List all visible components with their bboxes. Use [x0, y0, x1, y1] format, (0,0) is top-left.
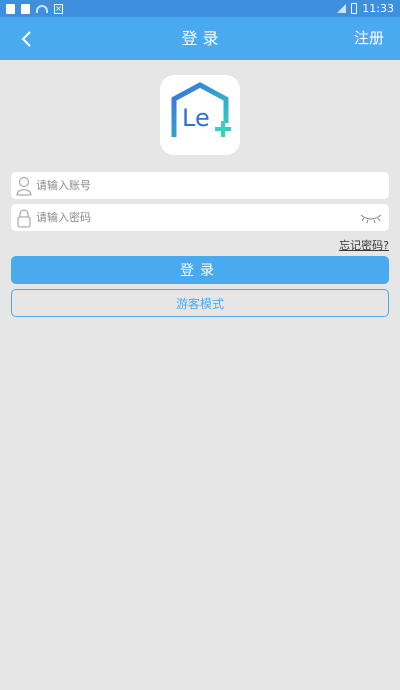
nav-bar: 登 录 注册 — [0, 17, 400, 60]
house-logo-icon: Le — [171, 82, 231, 140]
app-logo: Le — [160, 75, 240, 155]
login-button[interactable]: 登录 — [11, 256, 389, 284]
user-icon — [14, 175, 34, 197]
guest-mode-button[interactable]: 游客模式 — [11, 289, 389, 317]
no-sim-icon: × — [54, 3, 63, 14]
account-input[interactable] — [34, 172, 389, 199]
status-bar: × 11:33 — [0, 0, 400, 17]
status-time: 11:33 — [362, 2, 394, 15]
logo-text: Le — [182, 104, 210, 132]
lock-icon — [14, 207, 34, 229]
battery-icon — [351, 3, 358, 14]
password-field — [11, 204, 389, 231]
page-title: 登 录 — [181, 29, 219, 48]
register-button[interactable]: 注册 — [354, 17, 384, 60]
sd-card-icon — [6, 3, 15, 14]
account-field — [11, 172, 389, 199]
signal-icon — [337, 4, 347, 13]
forgot-password-link[interactable]: 忘记密码? — [339, 237, 389, 253]
status-left: × — [6, 3, 63, 14]
notification-icon — [21, 3, 30, 14]
status-right: 11:33 — [337, 2, 394, 15]
password-input[interactable] — [34, 204, 358, 231]
eye-closed-icon[interactable] — [358, 208, 384, 228]
wifi-icon — [36, 4, 48, 13]
